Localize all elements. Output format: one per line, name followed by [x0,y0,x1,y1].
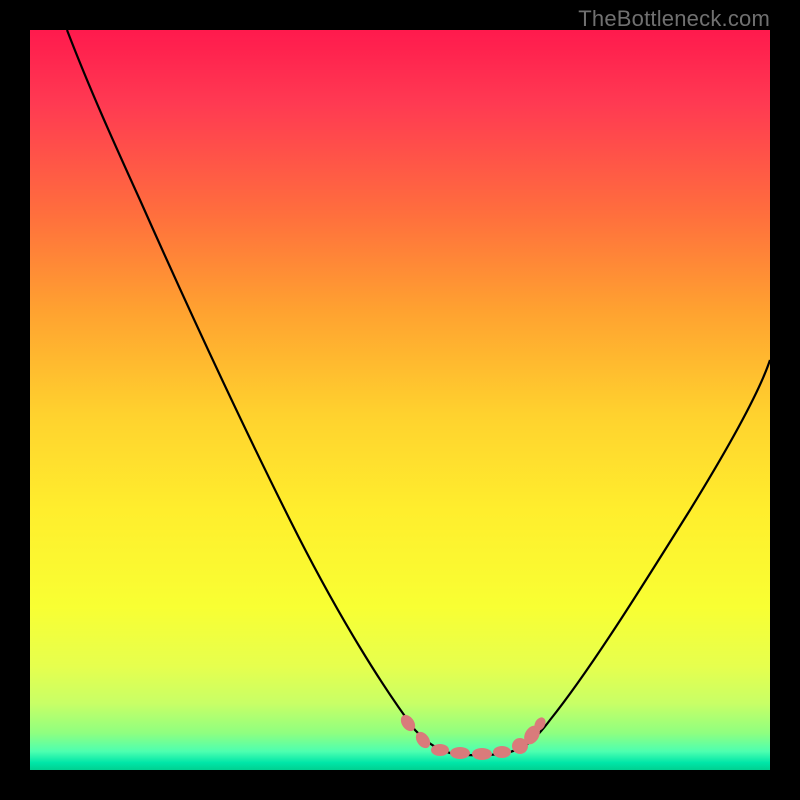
plot-area [30,30,770,770]
bottleneck-curve [67,30,770,755]
watermark-text: TheBottleneck.com [578,6,770,32]
optimal-band-markers [398,712,548,760]
chart-svg [30,30,770,770]
chart-container: TheBottleneck.com [0,0,800,800]
